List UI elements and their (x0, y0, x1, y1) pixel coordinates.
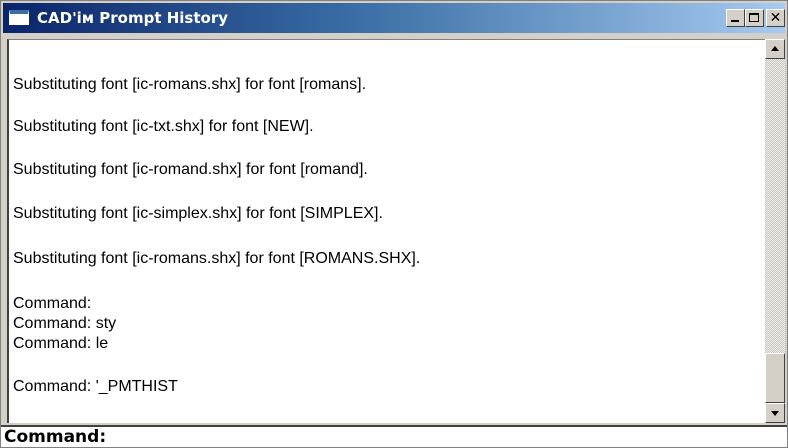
title-bar[interactable]: CAD'ім Prompt History ✕ (3, 3, 785, 33)
maximize-button[interactable] (745, 9, 764, 27)
history-line: Substituting font [ic-txt.shx] for font … (13, 118, 314, 135)
vertical-scrollbar[interactable] (765, 39, 785, 423)
command-line-bar[interactable]: Command: (1, 425, 787, 447)
command-prompt-label: Command: (4, 427, 107, 447)
history-text-area[interactable]: Substituting font [ic-romans.shx] for fo… (7, 39, 765, 423)
minimize-icon (731, 20, 739, 22)
history-line: Command: sty (13, 315, 117, 332)
app-window-icon (9, 10, 29, 25)
maximize-icon (749, 13, 759, 22)
history-line: Substituting font [ic-romand.shx] for fo… (13, 161, 368, 178)
scrollbar-thumb[interactable] (765, 353, 785, 403)
history-line: Substituting font [ic-simplex.shx] for f… (13, 205, 383, 222)
minimize-button[interactable] (726, 9, 745, 27)
arrow-up-icon (771, 46, 779, 51)
window-title: CAD'ім Prompt History (37, 9, 229, 27)
history-line: Substituting font [ic-romans.shx] for fo… (13, 250, 421, 267)
prompt-history-window: CAD'ім Prompt History ✕ Substituting fon… (0, 0, 788, 448)
history-line: Command: le (13, 335, 109, 352)
close-button[interactable]: ✕ (766, 9, 785, 27)
history-line: Command: '_PMTHIST (13, 378, 178, 395)
arrow-down-icon (771, 411, 779, 416)
history-line: Substituting font [ic-romans.shx] for fo… (13, 76, 367, 93)
close-icon: ✕ (769, 10, 782, 26)
scroll-down-button[interactable] (765, 403, 785, 423)
scroll-up-button[interactable] (765, 39, 785, 59)
history-line: Command: (13, 295, 92, 312)
